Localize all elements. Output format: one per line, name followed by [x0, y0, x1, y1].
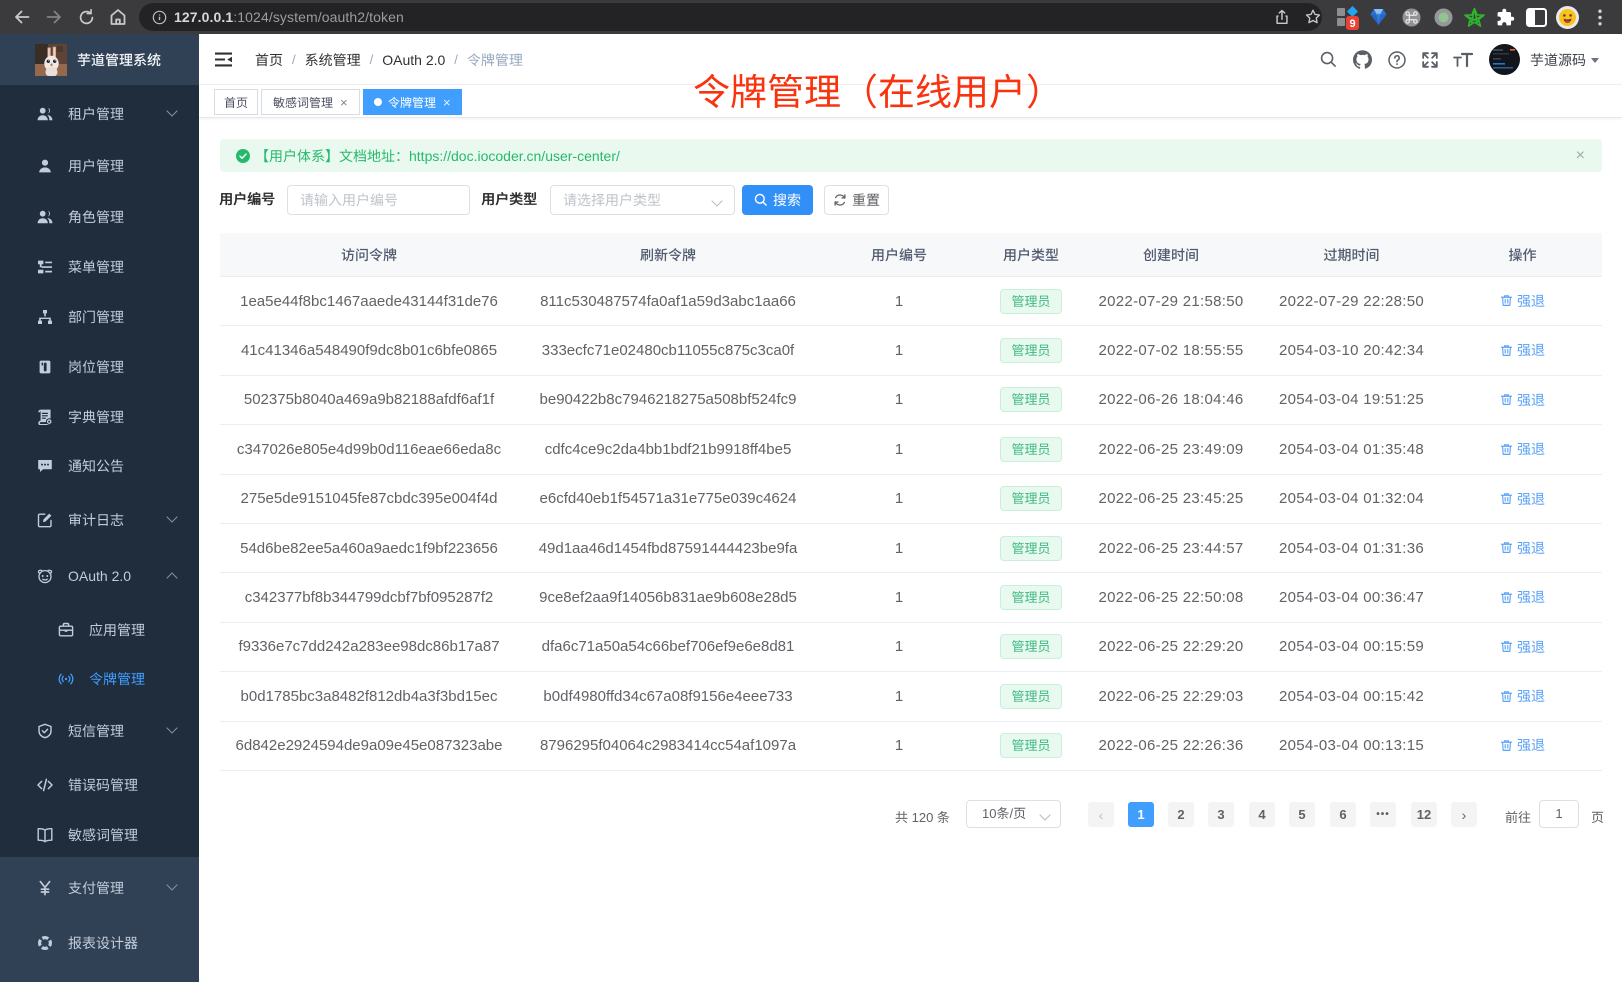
svg-text:9: 9 — [1349, 18, 1355, 30]
